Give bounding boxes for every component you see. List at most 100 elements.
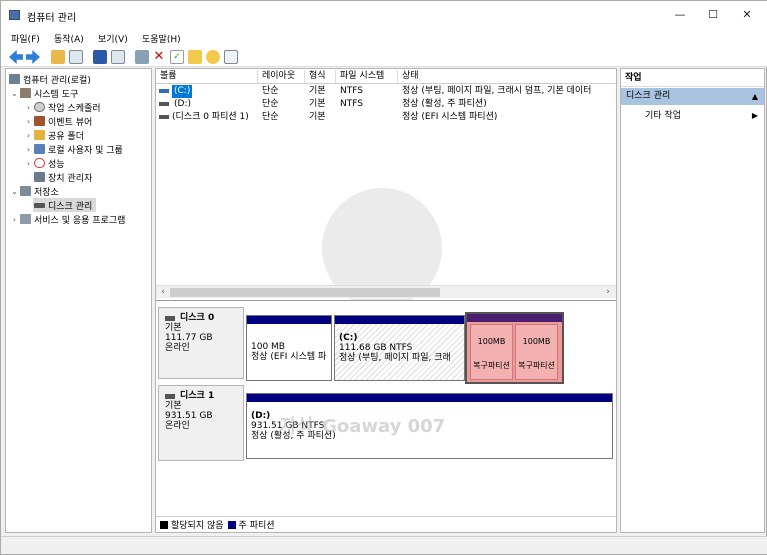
chevron-right-icon[interactable]: › <box>24 131 33 140</box>
recovery-partition[interactable]: 100MB 복구파티션 <box>515 324 558 380</box>
legend-primary-label: 주 파티션 <box>238 521 275 531</box>
partition-c[interactable]: (C:) 111.68 GB NTFS 정상 (부팅, 페이지 파일, 크래 <box>334 315 465 381</box>
recovery-partition[interactable]: 100MB 복구파티션 <box>470 324 513 380</box>
properties-icon[interactable] <box>111 50 125 64</box>
partition-efi[interactable]: 100 MB 정상 (EFI 시스템 파 <box>246 315 332 381</box>
window-title: 컴퓨터 관리 <box>27 13 77 24</box>
chevron-right-icon[interactable]: › <box>10 215 19 224</box>
tree-item-event-viewer[interactable]: › 이벤트 뷰어 <box>24 114 92 128</box>
tree-item-disk-management[interactable]: 디스크 관리 <box>33 198 97 212</box>
column-layout[interactable]: 레이아웃 <box>258 70 305 83</box>
volume-layout: 단순 <box>262 112 279 122</box>
volume-layout: 단순 <box>262 86 279 96</box>
tree-item-local-users[interactable]: › 로컬 사용자 및 그룹 <box>24 142 123 156</box>
legend-unallocated-label: 할당되지 않음 <box>171 521 224 531</box>
scroll-left-icon[interactable]: ‹ <box>157 286 169 299</box>
volume-type: 기본 <box>309 112 326 122</box>
check-icon[interactable]: ✓ <box>170 50 184 64</box>
volume-icon <box>159 115 169 119</box>
volume-status: 정상 (부팅, 페이지 파일, 크래시 덤프, 기본 데이터 <box>402 86 592 96</box>
folder-up-icon[interactable] <box>51 50 65 64</box>
volume-row[interactable]: (C:) 단순 기본 NTFS 정상 (부팅, 페이지 파일, 크래시 덤프, … <box>156 85 616 98</box>
menu-action[interactable]: 동작(A) <box>54 32 84 45</box>
volume-type: 기본 <box>309 86 326 96</box>
search-icon[interactable] <box>206 50 220 64</box>
actions-pane: 작업 디스크 관리 ▲ 기타 작업 ▶ <box>620 68 765 533</box>
status-bar <box>1 536 767 554</box>
tree-item-services[interactable]: › 서비스 및 응용 프로그램 <box>10 212 125 226</box>
disk-1-label[interactable]: 디스크 1 기본 931.51 GB 온라인 <box>158 385 244 461</box>
legend-primary-swatch <box>227 520 236 529</box>
disk-icon <box>34 202 45 208</box>
tree-item-system-tools[interactable]: ⌄ 시스템 도구 <box>10 86 78 100</box>
action-more-actions[interactable]: 기타 작업 ▶ <box>645 109 764 123</box>
open-icon[interactable] <box>188 50 202 64</box>
volume-row[interactable]: (D:) 단순 기본 NTFS 정상 (활성, 주 파티션) <box>156 98 616 111</box>
recovery-partitions-selection[interactable]: 100MB 복구파티션 100MB 복구파티션 <box>465 312 564 384</box>
shared-folder-icon <box>34 130 45 140</box>
disk-icon <box>165 393 175 399</box>
users-icon <box>34 144 45 154</box>
column-type[interactable]: 형식 <box>305 70 336 83</box>
volume-filesystem: NTFS <box>340 99 363 109</box>
tree-item-performance[interactable]: › 성능 <box>24 156 65 170</box>
connect-icon[interactable] <box>135 50 149 64</box>
column-filesystem[interactable]: 파일 시스템 <box>336 70 398 83</box>
volume-list-header: 볼륨 레이아웃 형식 파일 시스템 상태 <box>156 69 616 84</box>
scrollbar-thumb[interactable] <box>170 288 440 297</box>
chevron-right-icon[interactable]: › <box>24 159 33 168</box>
tree-item-device-manager[interactable]: 장치 관리자 <box>33 170 92 184</box>
menu-file[interactable]: 파일(F) <box>11 32 40 45</box>
column-volume[interactable]: 볼륨 <box>156 70 258 83</box>
volume-status: 정상 (EFI 시스템 파티션) <box>402 112 498 122</box>
chevron-down-icon[interactable]: ⌄ <box>10 89 19 98</box>
partition-bar <box>247 316 331 324</box>
tools-icon <box>20 88 31 98</box>
performance-icon <box>34 158 45 168</box>
chevron-right-icon[interactable]: › <box>24 103 33 112</box>
minimize-button[interactable]: — <box>665 5 695 25</box>
maximize-button[interactable]: ☐ <box>698 5 728 25</box>
submenu-arrow-icon: ▶ <box>751 111 758 120</box>
column-status[interactable]: 상태 <box>398 70 614 83</box>
chevron-right-icon[interactable]: › <box>24 145 33 154</box>
scroll-right-icon[interactable]: › <box>602 286 614 299</box>
storage-icon <box>20 186 31 196</box>
tree-item-shared-folders[interactable]: › 공유 폴더 <box>24 128 84 142</box>
tree-item-task-scheduler[interactable]: › 작업 스케줄러 <box>24 100 101 114</box>
device-manager-icon <box>34 172 45 182</box>
tree-item-storage[interactable]: ⌄ 저장소 <box>10 184 59 198</box>
disk-0-label[interactable]: 디스크 0 기본 111.77 GB 온라인 <box>158 307 244 379</box>
volume-layout: 단순 <box>262 99 279 109</box>
partition-bar <box>467 314 562 322</box>
chevron-right-icon[interactable]: › <box>24 117 33 126</box>
delete-icon[interactable]: ✕ <box>152 50 166 64</box>
volume-name: (C:) <box>172 85 193 98</box>
disk-icon <box>165 315 175 321</box>
show-tree-icon[interactable] <box>69 50 83 64</box>
actions-header: 작업 <box>621 69 764 87</box>
title-bar: 컴퓨터 관리 — ☐ ✕ <box>1 1 767 29</box>
menu-bar: 파일(F) 동작(A) 보기(V) 도움말(H) <box>1 29 767 47</box>
legend: 할당되지 않음 주 파티션 <box>156 516 616 532</box>
event-viewer-icon <box>34 116 45 126</box>
close-button[interactable]: ✕ <box>732 5 762 25</box>
volume-row[interactable]: (디스크 0 파티션 1) 단순 기본 정상 (EFI 시스템 파티션) <box>156 111 616 124</box>
watermark-text: 자식_Goaway 007 <box>280 416 446 437</box>
volume-list-scrollbar[interactable]: ‹ › <box>156 285 616 298</box>
help-icon[interactable] <box>93 50 107 64</box>
actions-section-disk-management[interactable]: 디스크 관리 ▲ <box>621 88 764 105</box>
back-icon[interactable] <box>9 50 23 64</box>
disk-management-pane: 볼륨 레이아웃 형식 파일 시스템 상태 (C:) 단순 기본 NTFS 정상 … <box>155 68 617 533</box>
forward-icon[interactable] <box>26 50 40 64</box>
clock-icon <box>34 102 45 112</box>
tree-item-root[interactable]: 컴퓨터 관리(로컬) <box>8 72 91 86</box>
menu-view[interactable]: 보기(V) <box>98 32 128 45</box>
chevron-down-icon[interactable]: ⌄ <box>10 187 19 196</box>
disk-graphical-view: 디스크 0 기본 111.77 GB 온라인 100 MB 정상 (EFI 시스… <box>156 300 616 514</box>
toolbar: ✕ ✓ <box>1 47 767 67</box>
view-icon[interactable] <box>224 50 238 64</box>
computer-management-window: 컴퓨터 관리 — ☐ ✕ 파일(F) 동작(A) 보기(V) 도움말(H) ✕ … <box>0 0 767 555</box>
collapse-up-icon[interactable]: ▲ <box>752 88 758 105</box>
menu-help[interactable]: 도움말(H) <box>142 32 181 45</box>
